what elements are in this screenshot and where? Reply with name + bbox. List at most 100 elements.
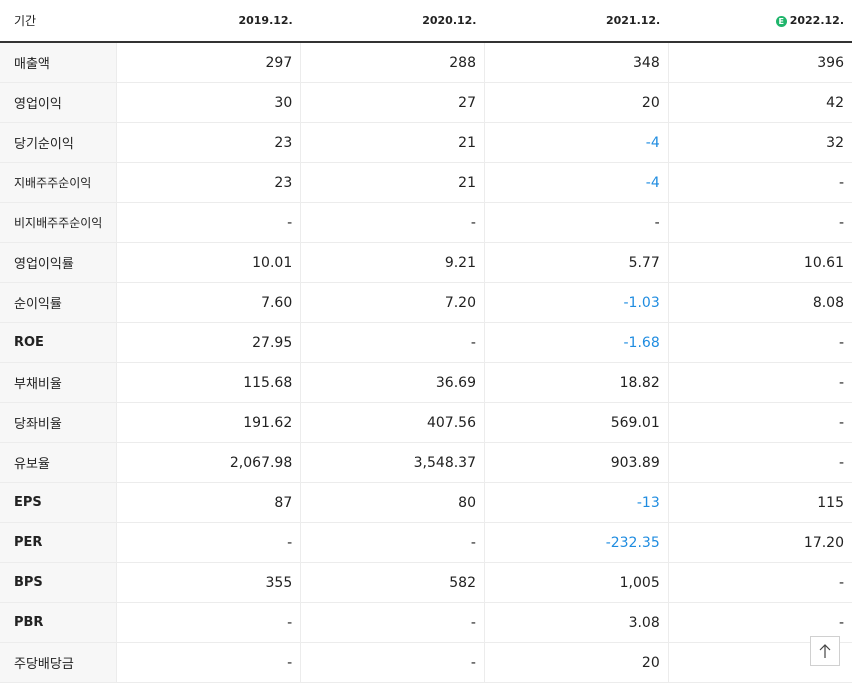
table-cell: 5.77 xyxy=(483,242,669,283)
table-cell: 23 xyxy=(116,162,301,203)
table-cell: 569.01 xyxy=(483,402,669,443)
table-cell: 903.89 xyxy=(483,442,669,483)
row-label: 영업이익률 xyxy=(0,242,117,283)
table-cell: 3.08 xyxy=(483,602,669,643)
table-cell: - xyxy=(116,602,301,643)
table-row: 영업이익 30 27 20 42 xyxy=(0,82,852,123)
table-row: ROE 27.95- -1.68- xyxy=(0,322,852,363)
table-cell: 32 xyxy=(667,122,852,163)
row-label: 당기순이익 xyxy=(0,122,117,163)
row-label: ROE xyxy=(0,322,117,363)
table-cell: -13 xyxy=(483,482,669,523)
table-header-row: 기간 2019.12. 2020.12. 2021.12. E 2022.12. xyxy=(0,0,852,43)
table-cell: -1.68 xyxy=(483,322,669,363)
table-cell: - xyxy=(300,202,485,243)
row-label: PBR xyxy=(0,602,117,643)
table-row: EPS 87 80 -13 115 xyxy=(0,482,852,523)
table-cell: 23 xyxy=(116,122,301,163)
scroll-to-top-button[interactable] xyxy=(810,636,840,666)
table-cell: 7.60 xyxy=(116,282,301,323)
table-cell: 10.01 xyxy=(116,242,301,283)
table-row: 매출액 297 288 348 396 xyxy=(0,42,852,83)
row-label: PER xyxy=(0,522,117,563)
row-label: 주당배당금 xyxy=(0,642,117,683)
table-cell: 348 xyxy=(483,42,669,83)
table-row: 부채비율 115.68 36.69 18.82- xyxy=(0,362,852,403)
table-cell: 8.08 xyxy=(667,282,852,323)
table-cell: - xyxy=(300,522,485,563)
arrow-up-icon xyxy=(819,644,831,658)
period-header-label-text: 2022.12. xyxy=(789,14,844,27)
table-cell: 80 xyxy=(300,482,485,523)
table-cell: -1.03 xyxy=(483,282,669,323)
row-label: 당좌비율 xyxy=(0,402,117,443)
table-row: 비지배주주순이익 - - - - xyxy=(0,202,852,243)
table-cell: 3,548.37 xyxy=(300,442,485,483)
financial-summary-table: 기간 2019.12. 2020.12. 2021.12. E 2022.12. … xyxy=(0,0,852,683)
table-cell: 30 xyxy=(116,82,301,123)
table-cell: 191.62 xyxy=(116,402,301,443)
period-header: 2019.12. xyxy=(116,0,301,43)
table-cell: - xyxy=(300,642,485,683)
table-cell: 115.68 xyxy=(116,362,301,403)
table-cell: 297 xyxy=(116,42,301,83)
table-cell: 27 xyxy=(300,82,485,123)
table-cell: 21 xyxy=(300,122,485,163)
table-cell: - xyxy=(116,522,301,563)
table-cell: 87 xyxy=(116,482,301,523)
table-row: 당좌비율 191.62 407.56 569.01- xyxy=(0,402,852,443)
table-cell: - xyxy=(667,362,852,403)
table-cell: 17.20 xyxy=(667,522,852,563)
table-cell: 20 xyxy=(483,642,669,683)
period-header-label: 기간 xyxy=(0,0,117,43)
row-label: 비지배주주순이익 xyxy=(0,202,117,243)
table-body: 매출액 297 288 348 396 영업이익 30 27 20 42 당기순이익 23 21 -4 32… xyxy=(0,42,852,683)
table-row: BPS 355 582 1,005- xyxy=(0,562,852,603)
row-label: 매출액 xyxy=(0,42,117,83)
row-label: 순이익률 xyxy=(0,282,117,323)
table-cell: - xyxy=(300,602,485,643)
row-label: 지배주주순이익 xyxy=(0,162,117,203)
period-header-estimate: E 2022.12. xyxy=(668,0,852,43)
table-cell: 18.82 xyxy=(483,362,669,403)
table-cell: 582 xyxy=(300,562,485,603)
table-row: PBR - -3.08- xyxy=(0,602,852,643)
table-cell: - xyxy=(667,202,852,243)
period-header: 2020.12. xyxy=(300,0,485,43)
table-row: 영업이익률 10.01 9.21 5.77 10.61 xyxy=(0,242,852,283)
table-cell: 1,005 xyxy=(483,562,669,603)
table-cell: 10.61 xyxy=(667,242,852,283)
table-cell: -232.35 xyxy=(483,522,669,563)
table-row: PER - - -232.35 17.20 xyxy=(0,522,852,563)
estimate-badge-icon: E xyxy=(775,16,787,27)
table-row: 당기순이익 23 21 -4 32 xyxy=(0,122,852,163)
table-cell: - xyxy=(116,202,301,243)
row-label: 유보율 xyxy=(0,442,117,483)
table-cell: - xyxy=(116,642,301,683)
table-cell: 42 xyxy=(667,82,852,123)
row-label: EPS xyxy=(0,482,117,523)
row-label: 부채비율 xyxy=(0,362,117,403)
table-cell: 288 xyxy=(300,42,485,83)
table-row: 순이익률 7.60 7.20 -1.03 8.08 xyxy=(0,282,852,323)
table-cell: 21 xyxy=(300,162,485,203)
table-cell: - xyxy=(667,402,852,443)
table-cell: - xyxy=(667,162,852,203)
table-cell: 9.21 xyxy=(300,242,485,283)
table-cell: 20 xyxy=(483,82,669,123)
table-cell: 27.95 xyxy=(116,322,301,363)
table-row: 주당배당금 - -20 xyxy=(0,642,852,683)
table-cell: - xyxy=(300,322,485,363)
table-cell: 7.20 xyxy=(300,282,485,323)
table-cell: 115 xyxy=(667,482,852,523)
table-row: 유보율 2,067.98 3,548.37 903.89- xyxy=(0,442,852,483)
table-cell: 396 xyxy=(667,42,852,83)
table-cell: 2,067.98 xyxy=(116,442,301,483)
row-label: 영업이익 xyxy=(0,82,117,123)
row-label: BPS xyxy=(0,562,117,603)
table-cell: - xyxy=(483,202,669,243)
table-row: 지배주주순이익 23 21 -4- xyxy=(0,162,852,203)
period-header: 2021.12. xyxy=(484,0,669,43)
table-cell: - xyxy=(667,442,852,483)
table-cell: 407.56 xyxy=(300,402,485,443)
